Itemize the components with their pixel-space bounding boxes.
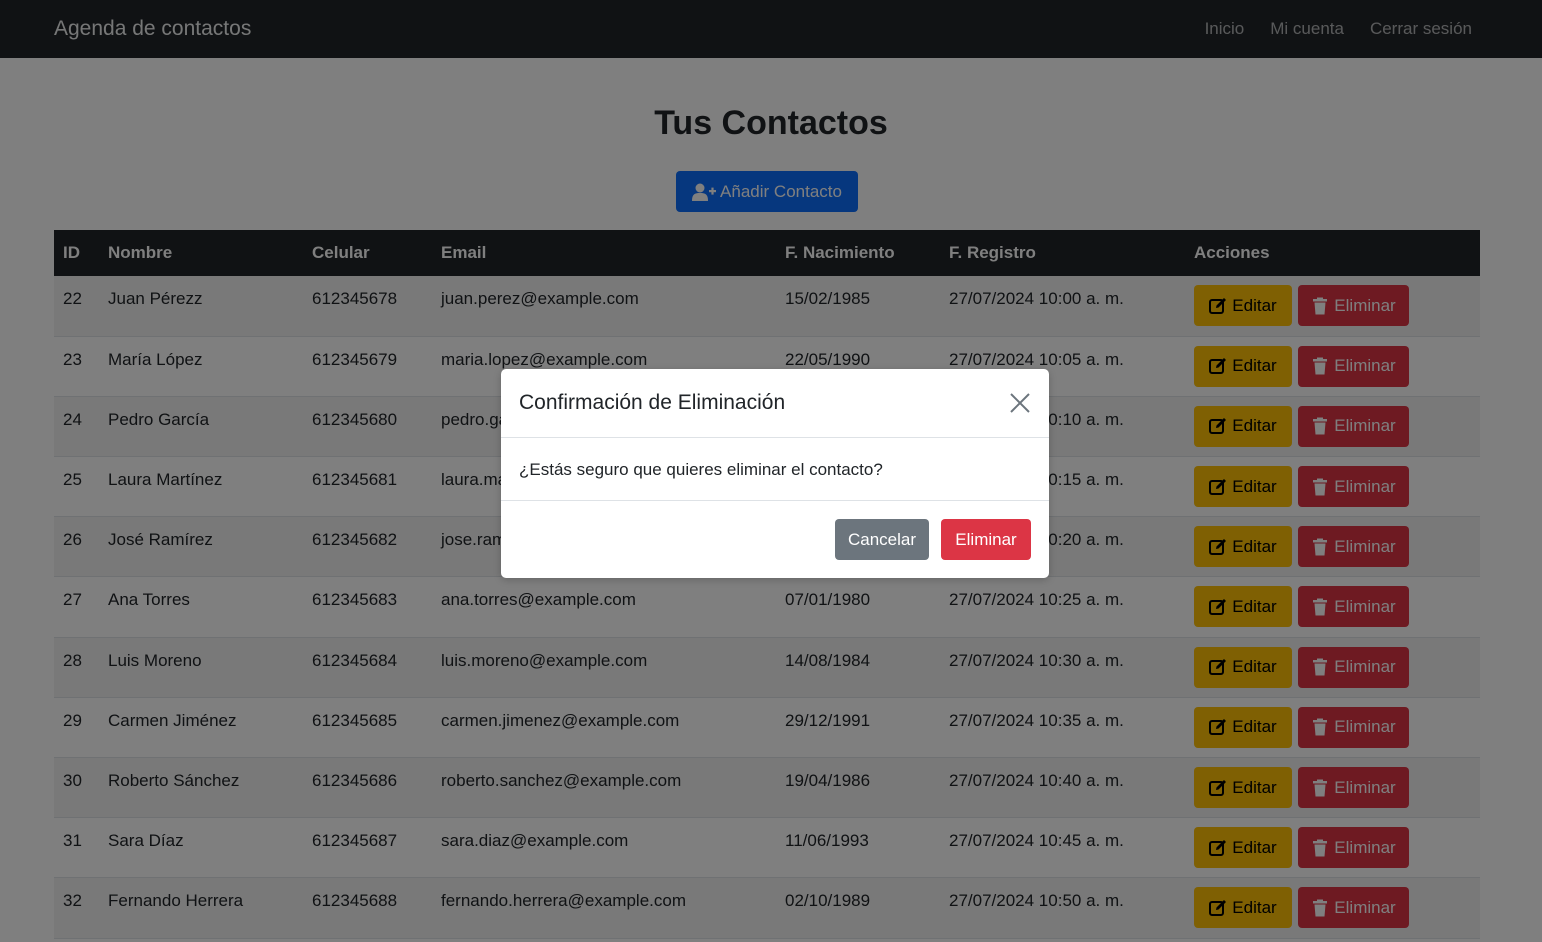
cancel-button[interactable]: Cancelar	[835, 519, 929, 560]
modal-footer: Cancelar Eliminar	[501, 501, 1049, 560]
delete-confirmation-modal: Confirmación de Eliminación ¿Estás segur…	[501, 369, 1049, 578]
close-icon[interactable]	[1009, 392, 1031, 414]
confirm-delete-button[interactable]: Eliminar	[941, 519, 1031, 560]
modal-header: Confirmación de Eliminación	[501, 369, 1049, 438]
modal-title: Confirmación de Eliminación	[519, 391, 786, 414]
modal-body: ¿Estás seguro que quieres eliminar el co…	[501, 438, 1049, 501]
